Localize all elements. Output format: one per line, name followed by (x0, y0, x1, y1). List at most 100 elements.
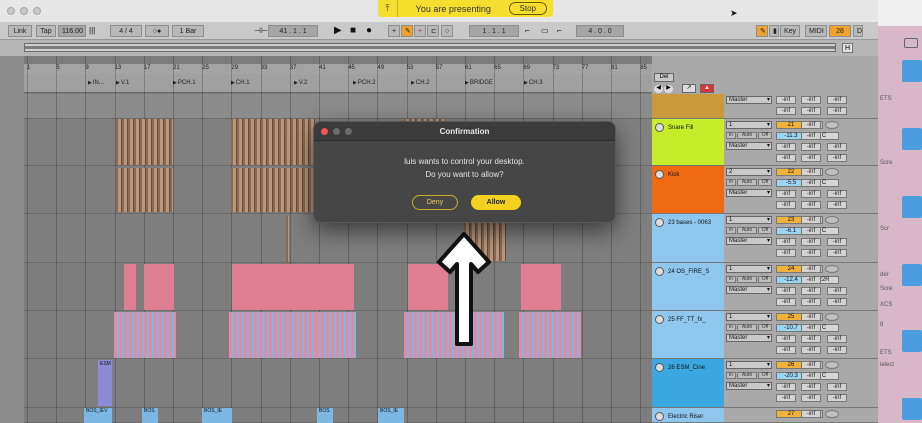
fold-track-icon[interactable] (655, 363, 664, 372)
input-channel-select[interactable]: 1 (726, 361, 772, 369)
send-level-field[interactable]: -inf (801, 335, 821, 343)
locator-marker[interactable]: V.1 (116, 80, 129, 86)
back-to-arrangement-icon[interactable]: ↗ (682, 84, 696, 93)
send-level-field[interactable]: -inf (801, 313, 821, 321)
send-level-field[interactable]: -inf (827, 154, 847, 162)
track-name-panel[interactable]: Electric Riser (652, 408, 724, 422)
pencil-icon[interactable]: ✎ (756, 25, 768, 37)
send-level-field[interactable]: -inf (776, 383, 796, 391)
metronome-button[interactable]: ○● (145, 25, 169, 37)
monitor-off-button[interactable]: Off (758, 132, 772, 139)
send-level-field[interactable]: -inf (801, 201, 821, 209)
track-name-panel[interactable]: 23 bases - 0063 (652, 214, 724, 262)
send-level-field[interactable]: -inf (827, 190, 847, 198)
send-level-field[interactable]: -inf (801, 394, 821, 402)
audio-clip[interactable] (232, 264, 322, 310)
fold-track-icon[interactable] (655, 218, 664, 227)
locator-marker[interactable]: IN... (88, 80, 104, 86)
pin-icon[interactable]: ⤒ (378, 0, 398, 17)
locator-strip[interactable]: IN... V.1 PCH.1 CH.1 V.2 PCH.2 CH.2 BRIDGE CH.3 (24, 74, 652, 93)
send-level-field[interactable]: -inf (801, 276, 821, 284)
send-level-field[interactable]: -inf (776, 201, 796, 209)
bar-ruler[interactable]: 1 5 9 13 17 21 25 29 33 37 41 45 49 53 57 61 65 69 73 77 81 8… (24, 64, 652, 74)
send-level-field[interactable]: -inf (801, 154, 821, 162)
track-name-panel[interactable]: 25 FF_TT_fx_ (652, 311, 724, 358)
time-signature-field[interactable]: 4 / 4 (110, 25, 142, 37)
locator-marker[interactable]: PCH.2 (353, 80, 376, 86)
send-level-field[interactable]: -inf (801, 324, 821, 332)
track-name-panel[interactable]: 26 ESM_Cine (652, 359, 724, 407)
arm-record-button[interactable] (825, 265, 839, 273)
send-level-field[interactable]: -inf (801, 383, 821, 391)
punch-out-icon[interactable]: ⌐ (557, 24, 562, 38)
input-channel-select[interactable]: 1 (726, 121, 772, 129)
input-channel-select[interactable]: 1 (726, 265, 772, 273)
deny-button[interactable]: Deny (412, 195, 458, 210)
send-level-field[interactable]: -inf (776, 298, 796, 306)
send-level-field[interactable]: -inf (776, 287, 796, 295)
fold-track-icon[interactable] (655, 123, 664, 132)
monitor-off-button[interactable]: Off (758, 276, 772, 283)
send-level-field[interactable]: -inf (827, 287, 847, 295)
arrangement-view[interactable]: 1 5 9 13 17 21 25 29 33 37 41 45 49 53 57 61 65 69 73 77 81 8… (24, 56, 652, 423)
output-routing-select[interactable]: Master (726, 286, 772, 294)
send-level-field[interactable]: -inf (801, 346, 821, 354)
play-icon[interactable]: ▶ (334, 24, 342, 38)
send-level-field[interactable]: -inf (801, 249, 821, 257)
arm-record-button[interactable] (825, 216, 839, 224)
dialog-close-button[interactable] (321, 128, 328, 135)
monitor-auto-button[interactable]: Auto (737, 372, 757, 379)
send-level-field[interactable]: -inf (801, 190, 821, 198)
output-routing-select[interactable]: Master (726, 189, 772, 197)
output-routing-select[interactable]: Master (726, 382, 772, 390)
tap-button[interactable]: Tap (36, 25, 56, 37)
punch-in-icon[interactable]: ⌐ (525, 24, 530, 38)
send-level-field[interactable]: -inf (827, 96, 847, 104)
tempo-field[interactable]: 116.00 (58, 25, 86, 37)
audio-clip[interactable] (144, 264, 174, 310)
punch-icon[interactable]: + (414, 25, 426, 37)
send-level-field[interactable]: -inf (801, 265, 821, 273)
locator-marker[interactable]: CH.1 (231, 80, 250, 86)
nudge-icon[interactable]: ||| (89, 24, 95, 38)
arm-record-button[interactable] (825, 313, 839, 321)
send-level-field[interactable]: -inf (776, 154, 796, 162)
desktop-folder-icon[interactable] (902, 330, 922, 352)
track-lane[interactable] (24, 94, 652, 119)
send-level-field[interactable]: -inf (776, 346, 796, 354)
monitor-auto-button[interactable]: Auto (737, 227, 757, 234)
delete-locator-button[interactable]: Del (654, 73, 674, 82)
locator-marker[interactable]: CH.2 (411, 80, 430, 86)
audio-clip[interactable] (314, 264, 354, 310)
send-level-field[interactable]: -inf (827, 201, 847, 209)
audio-clip[interactable] (231, 168, 315, 212)
stop-icon[interactable]: ■ (350, 24, 356, 38)
monitor-in-button[interactable]: In (726, 179, 736, 186)
audio-clip[interactable] (521, 264, 561, 310)
monitor-auto-button[interactable]: Auto (737, 324, 757, 331)
arm-record-button[interactable] (825, 361, 839, 369)
loop-length-field[interactable]: 4 . 0 . 0 (576, 25, 624, 37)
locator-marker[interactable]: PCH.1 (173, 80, 196, 86)
audio-clip[interactable] (229, 312, 321, 358)
track-lane[interactable] (24, 408, 652, 423)
fold-track-icon[interactable] (655, 267, 664, 276)
arm-record-button[interactable] (825, 121, 839, 129)
input-channel-select[interactable]: 2 (726, 168, 772, 176)
audio-clip[interactable] (286, 216, 289, 262)
send-level-field[interactable]: -inf (801, 361, 821, 369)
monitor-off-button[interactable]: Off (758, 227, 772, 234)
send-level-field[interactable]: -inf (801, 168, 821, 176)
send-level-field[interactable]: -inf (776, 335, 796, 343)
send-level-field[interactable]: -inf (776, 394, 796, 402)
send-level-field[interactable]: -inf (801, 410, 821, 418)
output-routing-select[interactable]: Master (726, 237, 772, 245)
input-channel-select[interactable]: 1 (726, 216, 772, 224)
midi-map-button[interactable]: MIDI (805, 25, 827, 37)
monitor-off-button[interactable]: Off (758, 372, 772, 379)
send-level-field[interactable]: -inf (801, 179, 821, 187)
audio-clip[interactable] (316, 312, 356, 358)
monitor-auto-button[interactable]: Auto (737, 276, 757, 283)
locator-marker[interactable]: CH.3 (524, 80, 543, 86)
draw-mode-icon[interactable]: ✎ (401, 25, 413, 37)
